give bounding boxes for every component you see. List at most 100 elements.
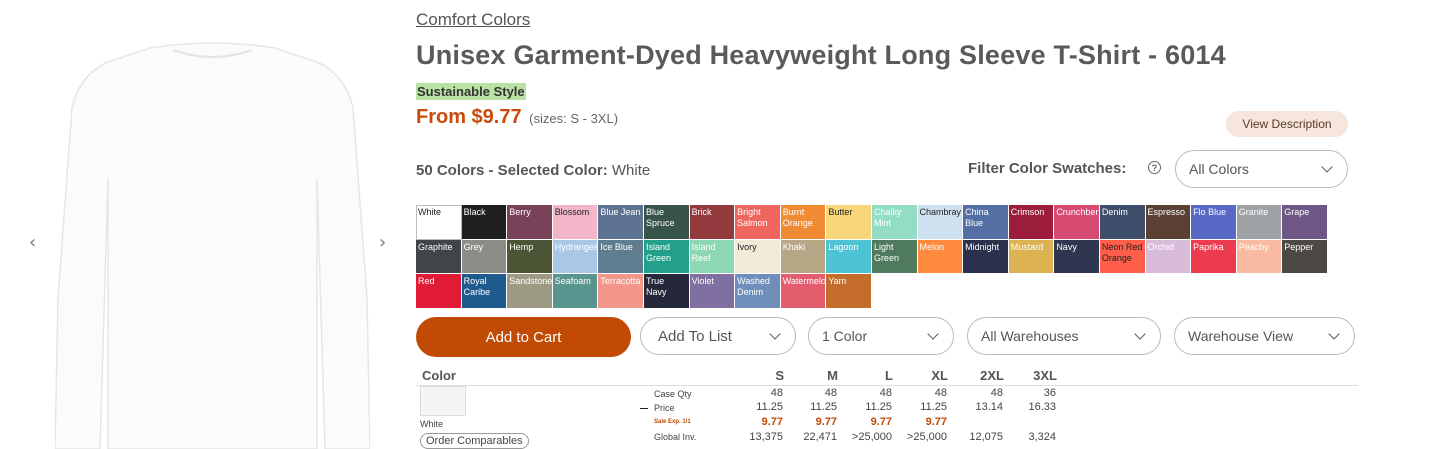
price-label: Price: [654, 403, 675, 413]
collapse-icon[interactable]: [640, 408, 648, 409]
color-filter-value: All Colors: [1189, 161, 1249, 177]
color-swatch[interactable]: Black: [461, 205, 508, 240]
color-swatch[interactable]: Espresso: [1145, 205, 1192, 240]
color-swatch[interactable]: Blossom: [552, 205, 599, 240]
add-to-cart-button[interactable]: Add to Cart: [416, 317, 631, 357]
color-swatch[interactable]: Violet: [689, 274, 736, 310]
color-swatch[interactable]: Ivory: [735, 239, 781, 275]
inventory-cell: 22,471: [803, 431, 837, 443]
view-description-button[interactable]: View Description: [1226, 111, 1348, 137]
color-swatch[interactable]: Paprika: [1191, 239, 1237, 275]
color-swatch[interactable]: Peachy: [1236, 239, 1283, 275]
case-qty-cell: 36: [1043, 387, 1056, 399]
filter-swatches-label: Filter Color Swatches:: [968, 160, 1127, 177]
color-swatch[interactable]: Pepper: [1282, 239, 1328, 275]
color-swatch[interactable]: Lagoon: [826, 239, 872, 275]
color-swatch[interactable]: True Navy: [643, 274, 690, 310]
color-swatch[interactable]: Brick: [689, 205, 736, 240]
warehouses-select[interactable]: All Warehouses: [967, 317, 1161, 355]
color-swatch[interactable]: Bright Salmon: [735, 205, 781, 240]
color-swatch[interactable]: Orchid: [1145, 239, 1192, 275]
color-swatch[interactable]: Grey: [461, 239, 508, 275]
color-swatch[interactable]: Granite: [1236, 205, 1283, 240]
color-swatch[interactable]: Neon Red Orange: [1099, 239, 1146, 275]
help-icon[interactable]: ?: [1148, 161, 1161, 174]
color-swatch[interactable]: Graphite: [416, 239, 462, 275]
color-swatch[interactable]: Denim: [1099, 205, 1146, 240]
color-swatch[interactable]: Chalky Mint: [871, 205, 918, 240]
selected-color: White: [611, 162, 651, 179]
price-cell: 16.33: [1028, 401, 1056, 413]
size-header: 2XL: [980, 368, 1004, 383]
brand-link[interactable]: Comfort Colors: [416, 10, 530, 30]
size-header: M: [827, 368, 838, 383]
color-column-header: Color: [422, 368, 456, 383]
color-swatch[interactable]: Navy: [1054, 239, 1100, 275]
color-swatch[interactable]: Hemp: [507, 239, 553, 275]
color-swatch[interactable]: Blue Jean: [598, 205, 644, 240]
color-swatch[interactable]: Island Green: [643, 239, 690, 275]
prev-image-arrow-icon[interactable]: ‹: [29, 232, 36, 253]
case-qty-label: Case Qty: [654, 389, 692, 399]
case-qty-cell: 48: [770, 387, 783, 399]
color-swatch[interactable]: Light Green: [871, 239, 918, 275]
color-swatch[interactable]: China Blue: [963, 205, 1009, 240]
color-swatch[interactable]: Terracotta: [598, 274, 644, 310]
color-count-select[interactable]: 1 Color: [808, 317, 954, 355]
colors-count-label: 50 Colors - Selected Color:: [416, 162, 608, 179]
next-image-arrow-icon[interactable]: ›: [379, 232, 386, 253]
row-color-name: White: [420, 419, 444, 429]
color-swatch[interactable]: Island Reef: [689, 239, 736, 275]
color-swatch[interactable]: Yam: [826, 274, 872, 310]
price-cell: 11.25: [865, 401, 892, 413]
color-swatch[interactable]: Melon: [917, 239, 964, 275]
color-swatch[interactable]: Seafoam: [552, 274, 599, 310]
chevron-down-icon: [1134, 328, 1146, 340]
price-cell: 11.25: [810, 401, 837, 413]
color-swatch[interactable]: Sandstone: [507, 274, 553, 310]
inventory-cell: 12,075: [969, 431, 1003, 443]
color-swatch[interactable]: Flo Blue: [1191, 205, 1237, 240]
color-swatch[interactable]: Ice Blue: [598, 239, 644, 275]
color-swatch[interactable]: Crimson: [1008, 205, 1055, 240]
warehouse-view-select[interactable]: Warehouse View: [1174, 317, 1355, 355]
color-swatch[interactable]: White: [416, 205, 462, 240]
color-swatch[interactable]: Crunchberry: [1054, 205, 1100, 240]
color-swatch[interactable]: Watermelon: [780, 274, 827, 310]
chevron-down-icon: [1321, 161, 1333, 173]
color-swatch[interactable]: Royal Caribe: [461, 274, 508, 310]
color-swatch[interactable]: Burnt Orange: [780, 205, 827, 240]
case-qty-cell: 48: [824, 387, 837, 399]
color-filter-select[interactable]: All Colors: [1175, 150, 1348, 188]
color-swatch[interactable]: Mustard: [1008, 239, 1055, 275]
case-qty-cell: 48: [990, 387, 1003, 399]
inventory-cell: >25,000: [906, 431, 947, 443]
color-swatch[interactable]: Berry: [507, 205, 553, 240]
add-to-list-select[interactable]: Add To List: [640, 317, 796, 355]
order-comparables-button[interactable]: Order Comparables: [420, 433, 529, 449]
size-header: 3XL: [1033, 368, 1057, 383]
sale-label: Sale Exp. 1/1: [654, 419, 691, 425]
size-header: L: [885, 368, 893, 383]
warehouse-view-label: Warehouse View: [1188, 328, 1294, 344]
case-qty-cell: 48: [879, 387, 892, 399]
color-swatch[interactable]: Chambray: [917, 205, 964, 240]
color-swatch-grid: White Black Berry Blossom Blue Jean Blue Spru…: [416, 205, 1348, 310]
color-swatch[interactable]: Midnight: [963, 239, 1009, 275]
color-swatch[interactable]: Butter: [826, 205, 872, 240]
color-swatch[interactable]: Blue Spruce: [643, 205, 690, 240]
color-swatch[interactable]: Grape: [1282, 205, 1328, 240]
product-title: Unisex Garment-Dyed Heavyweight Long Sle…: [416, 40, 1226, 70]
inventory-cell: 13,375: [749, 431, 783, 443]
color-swatch[interactable]: Red: [416, 274, 462, 310]
size-range: (sizes: S - 3XL): [529, 111, 619, 126]
inventory-cell: >25,000: [851, 431, 892, 443]
sustainable-badge: Sustainable Style: [416, 83, 526, 100]
color-swatch[interactable]: Hydrangea: [552, 239, 599, 275]
product-image[interactable]: [55, 38, 370, 449]
color-swatch[interactable]: Washed Denim: [735, 274, 781, 310]
inventory-label: Global Inv.: [654, 432, 697, 442]
color-swatch[interactable]: Khaki: [780, 239, 827, 275]
sale-price-cell: 9.77: [925, 416, 947, 428]
row-color-swatch: [420, 386, 466, 416]
